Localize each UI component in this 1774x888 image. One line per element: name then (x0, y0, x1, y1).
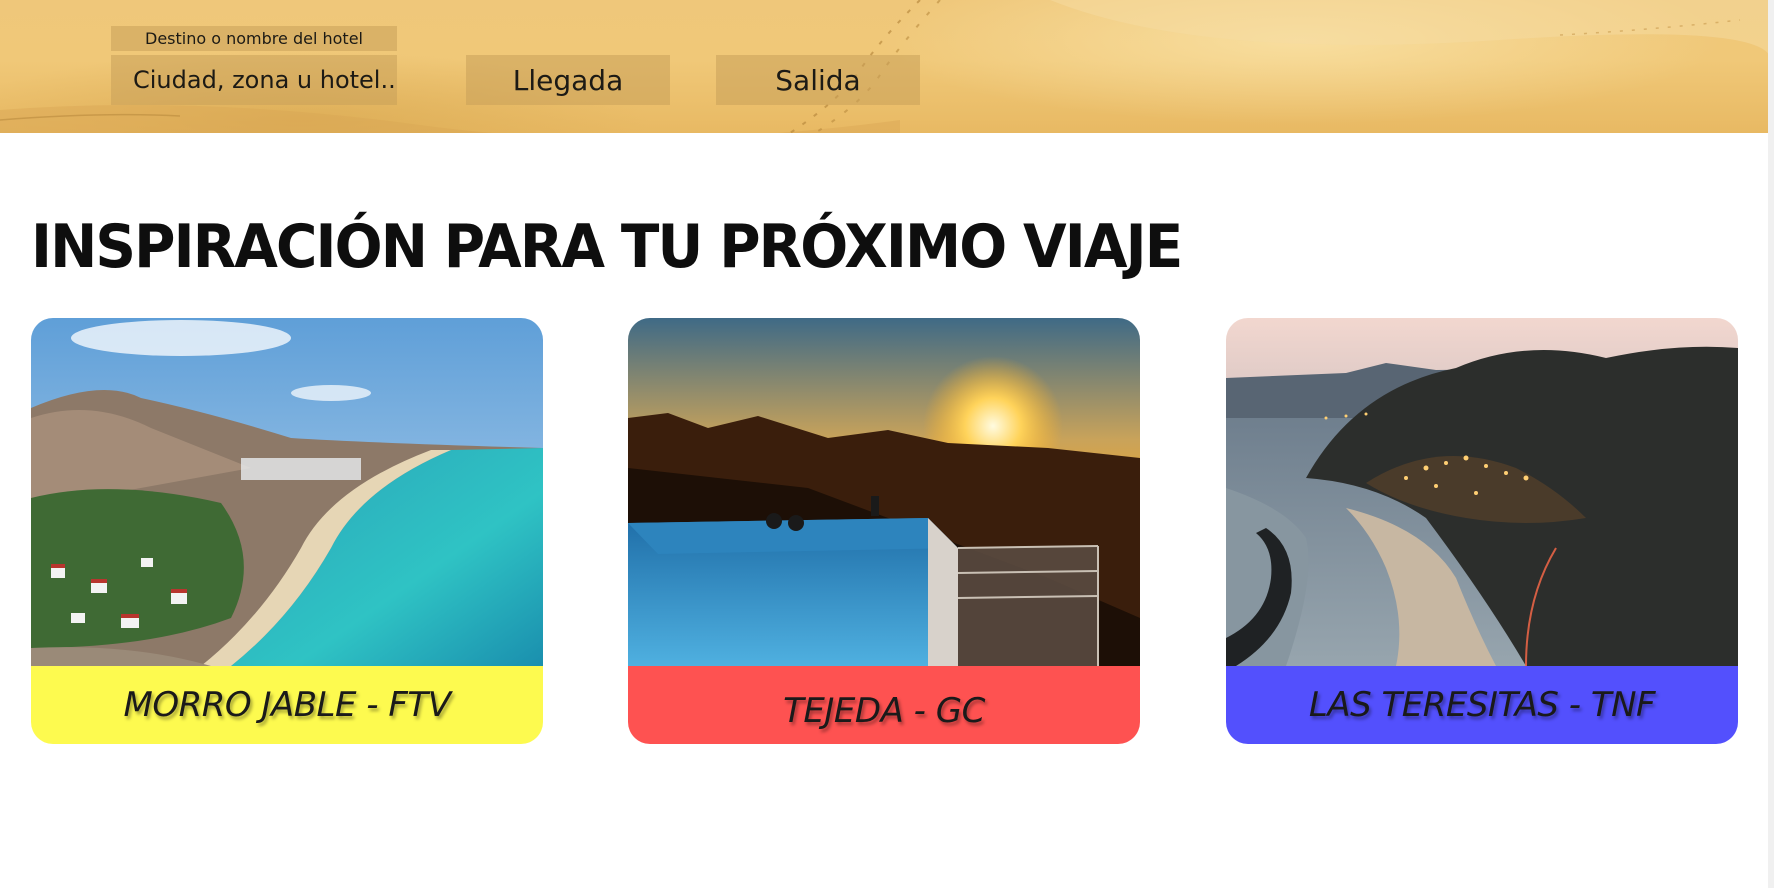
card-caption: LAS TERESITAS - TNF (1226, 666, 1738, 744)
page-scrollbar[interactable] (1768, 0, 1774, 888)
card-title: LAS TERESITAS - TNF (1308, 685, 1656, 725)
hero-search-banner: Destino o nombre del hotel Llegada Salid… (0, 0, 1768, 133)
card-title: TEJEDA - GC (783, 691, 985, 731)
beach-coast-photo (31, 318, 543, 666)
destination-label: Destino o nombre del hotel (111, 26, 397, 51)
card-title: MORRO JABLE - FTV (123, 685, 451, 725)
departure-date-button[interactable]: Salida (716, 55, 920, 105)
destination-card-las-teresitas[interactable]: LAS TERESITAS - TNF (1226, 318, 1738, 744)
destination-card-morro-jable[interactable]: MORRO JABLE - FTV (31, 318, 543, 744)
sunset-infinity-pool-photo (628, 318, 1140, 666)
destination-card-tejeda[interactable]: TEJEDA - GC (628, 318, 1140, 744)
destination-search-input[interactable] (111, 55, 397, 105)
arrival-date-button[interactable]: Llegada (466, 55, 670, 105)
card-caption: MORRO JABLE - FTV (31, 666, 543, 744)
night-bay-town-photo (1226, 318, 1738, 666)
card-caption: TEJEDA - GC (628, 666, 1140, 744)
section-title: INSPIRACIÓN PARA TU PRÓXIMO VIAJE (31, 212, 1183, 282)
